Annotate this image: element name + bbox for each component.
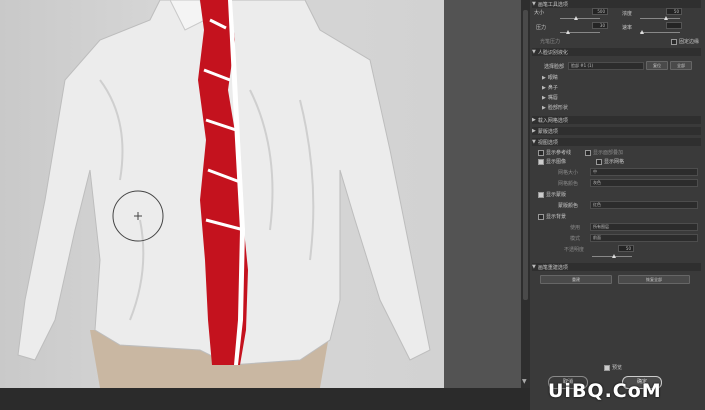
preview-row: 预览: [604, 364, 699, 371]
select-face-dropdown[interactable]: 脸部 #1 (1): [568, 62, 644, 70]
brush-options-title: 画笔工具选项: [537, 1, 568, 8]
opacity-label: 不透明度: [564, 247, 585, 253]
density-slider[interactable]: [640, 16, 680, 20]
show-backdrop-label: 显示背景: [546, 214, 567, 220]
show-face-overlay-label: 显示面部叠加: [593, 150, 624, 156]
show-mask-checkbox[interactable]: [538, 191, 544, 198]
liquify-preview-canvas[interactable]: [0, 0, 444, 388]
pressure-slider[interactable]: [560, 30, 600, 34]
expand-triangle-icon: ▶: [542, 84, 546, 91]
show-guides-row: 显示参考线 显示面部叠加: [538, 149, 699, 156]
mesh-color-dropdown[interactable]: 灰色: [590, 179, 698, 187]
view-options-header[interactable]: ▼ 视图选项: [532, 138, 701, 146]
scroll-thumb[interactable]: [523, 10, 528, 300]
select-face-label: 选择脸部: [544, 64, 565, 70]
canvas-margin: [444, 0, 530, 388]
opacity-input[interactable]: 50: [618, 245, 634, 252]
all-button[interactable]: 全部: [670, 61, 692, 70]
size-input[interactable]: 500: [592, 8, 608, 15]
show-backdrop-checkbox[interactable]: [538, 213, 544, 220]
rebuild-button[interactable]: 重建: [540, 275, 612, 284]
expand-triangle-icon: ▶: [542, 74, 546, 81]
expand-triangle-icon: ▶: [542, 94, 546, 101]
face-item-label: 嘴唇: [547, 95, 558, 101]
show-face-overlay-checkbox[interactable]: [585, 149, 592, 156]
mask-options-title: 蒙版选项: [537, 128, 558, 135]
mesh-size-label: 网格大小: [558, 170, 579, 176]
preview-label: 预览: [612, 365, 623, 371]
face-item-label: 眼睛: [547, 75, 558, 81]
size-slider[interactable]: [560, 16, 600, 20]
show-mask-label: 显示蒙版: [546, 192, 567, 198]
brush-rebuild-title: 画笔重建选项: [537, 264, 568, 271]
show-guides-label: 显示参考线: [546, 150, 572, 156]
collapse-triangle-icon: ▼: [532, 1, 536, 7]
collapse-triangle-icon: ▼: [532, 264, 536, 270]
face-item-label: 鼻子: [547, 85, 558, 91]
reset-button[interactable]: 复位: [646, 61, 668, 70]
face-item-face-shape[interactable]: ▶ 脸部形状: [542, 104, 699, 112]
pin-edges-label: 固定边缘: [678, 39, 699, 45]
face-aware-title: 人脸识别液化: [537, 49, 568, 56]
collapse-triangle-icon: ▼: [532, 139, 536, 145]
preview-checkbox[interactable]: [604, 364, 610, 371]
show-guides-checkbox[interactable]: [538, 149, 544, 156]
mesh-color-label: 网格颜色: [558, 181, 579, 187]
brush-options-header[interactable]: ▼ 画笔工具选项: [532, 0, 701, 8]
shirt-photo: [17, 0, 431, 388]
rate-label: 速率: [622, 25, 633, 31]
load-mesh-title: 载入网格选项: [537, 117, 568, 124]
pin-edges-checkbox[interactable]: [670, 38, 677, 45]
scroll-down-arrow-icon[interactable]: ▼: [522, 378, 527, 385]
show-image-row: 显示图像 显示网格: [538, 158, 699, 165]
face-item-nose[interactable]: ▶ 鼻子: [542, 84, 699, 92]
brush-rebuild-header[interactable]: ▼ 画笔重建选项: [532, 263, 701, 271]
pressure-label: 压力: [536, 25, 547, 31]
face-item-mouth[interactable]: ▶ 嘴唇: [542, 94, 699, 102]
rate-input[interactable]: [666, 22, 682, 29]
stylus-row: 光笔压力 固定边缘: [534, 38, 699, 45]
collapse-triangle-icon: ▼: [532, 49, 536, 55]
restore-all-button[interactable]: 恢复全部: [618, 275, 690, 284]
face-aware-header[interactable]: ▼ 人脸识别液化: [532, 48, 701, 56]
liquify-properties-panel: ▼ 画笔工具选项 大小 500 浓度 50 压力 30 速率 光笔压力 固定边缘…: [530, 0, 705, 410]
expand-triangle-icon: ▶: [532, 128, 536, 134]
mode-label: 模式: [570, 236, 581, 242]
show-backdrop-row: 显示背景: [538, 213, 699, 220]
canvas-scrollbar[interactable]: ▼: [521, 0, 530, 388]
size-label: 大小: [534, 10, 545, 16]
show-mesh-label: 显示网格: [604, 159, 625, 165]
density-input[interactable]: 50: [666, 8, 682, 15]
view-options-title: 视图选项: [537, 139, 558, 146]
stylus-pressure-label: 光笔压力: [540, 39, 561, 45]
face-item-label: 脸部形状: [547, 105, 568, 111]
opacity-slider[interactable]: [592, 254, 632, 258]
mode-dropdown[interactable]: 前面: [590, 234, 698, 242]
face-item-eyes[interactable]: ▶ 眼睛: [542, 74, 699, 82]
pressure-input[interactable]: 30: [592, 22, 608, 29]
expand-triangle-icon: ▶: [542, 104, 546, 111]
show-image-checkbox[interactable]: [538, 158, 544, 165]
show-image-label: 显示图像: [546, 159, 567, 165]
use-label: 使用: [570, 225, 581, 231]
show-mask-row: 显示蒙版: [538, 191, 699, 198]
expand-triangle-icon: ▶: [532, 117, 536, 123]
watermark-logo: UiBQ.CoM: [548, 380, 662, 402]
density-label: 浓度: [622, 11, 633, 17]
mesh-size-dropdown[interactable]: 中: [590, 168, 698, 176]
canvas-status-bar: [0, 388, 530, 410]
show-mesh-checkbox[interactable]: [596, 158, 603, 165]
mask-color-dropdown[interactable]: 红色: [590, 201, 698, 209]
rate-slider[interactable]: [640, 30, 680, 34]
mask-color-label: 蒙版颜色: [558, 203, 579, 209]
mask-options-header[interactable]: ▶ 蒙版选项: [532, 127, 701, 135]
use-layers-dropdown[interactable]: 所有图层: [590, 223, 698, 231]
load-mesh-header[interactable]: ▶ 载入网格选项: [532, 116, 701, 124]
